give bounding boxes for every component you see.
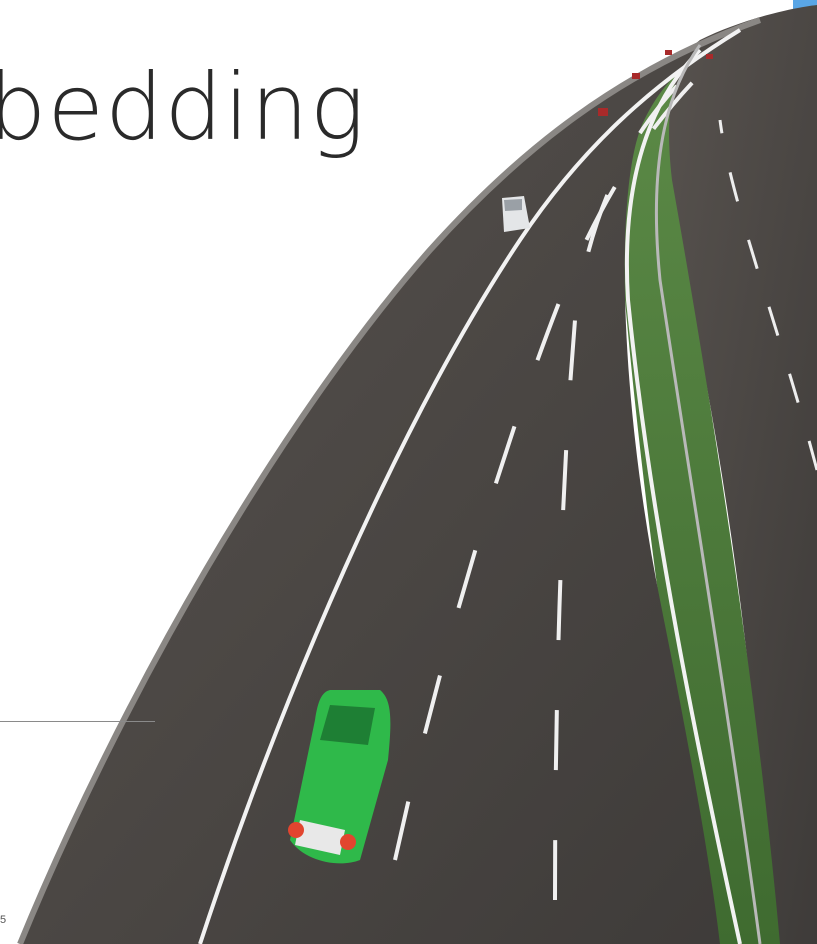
page-number: 5 bbox=[0, 914, 7, 926]
divider-rule bbox=[0, 721, 155, 722]
slide: bedding 5 bbox=[0, 0, 817, 944]
slide-title-fragment: bedding bbox=[0, 54, 366, 161]
